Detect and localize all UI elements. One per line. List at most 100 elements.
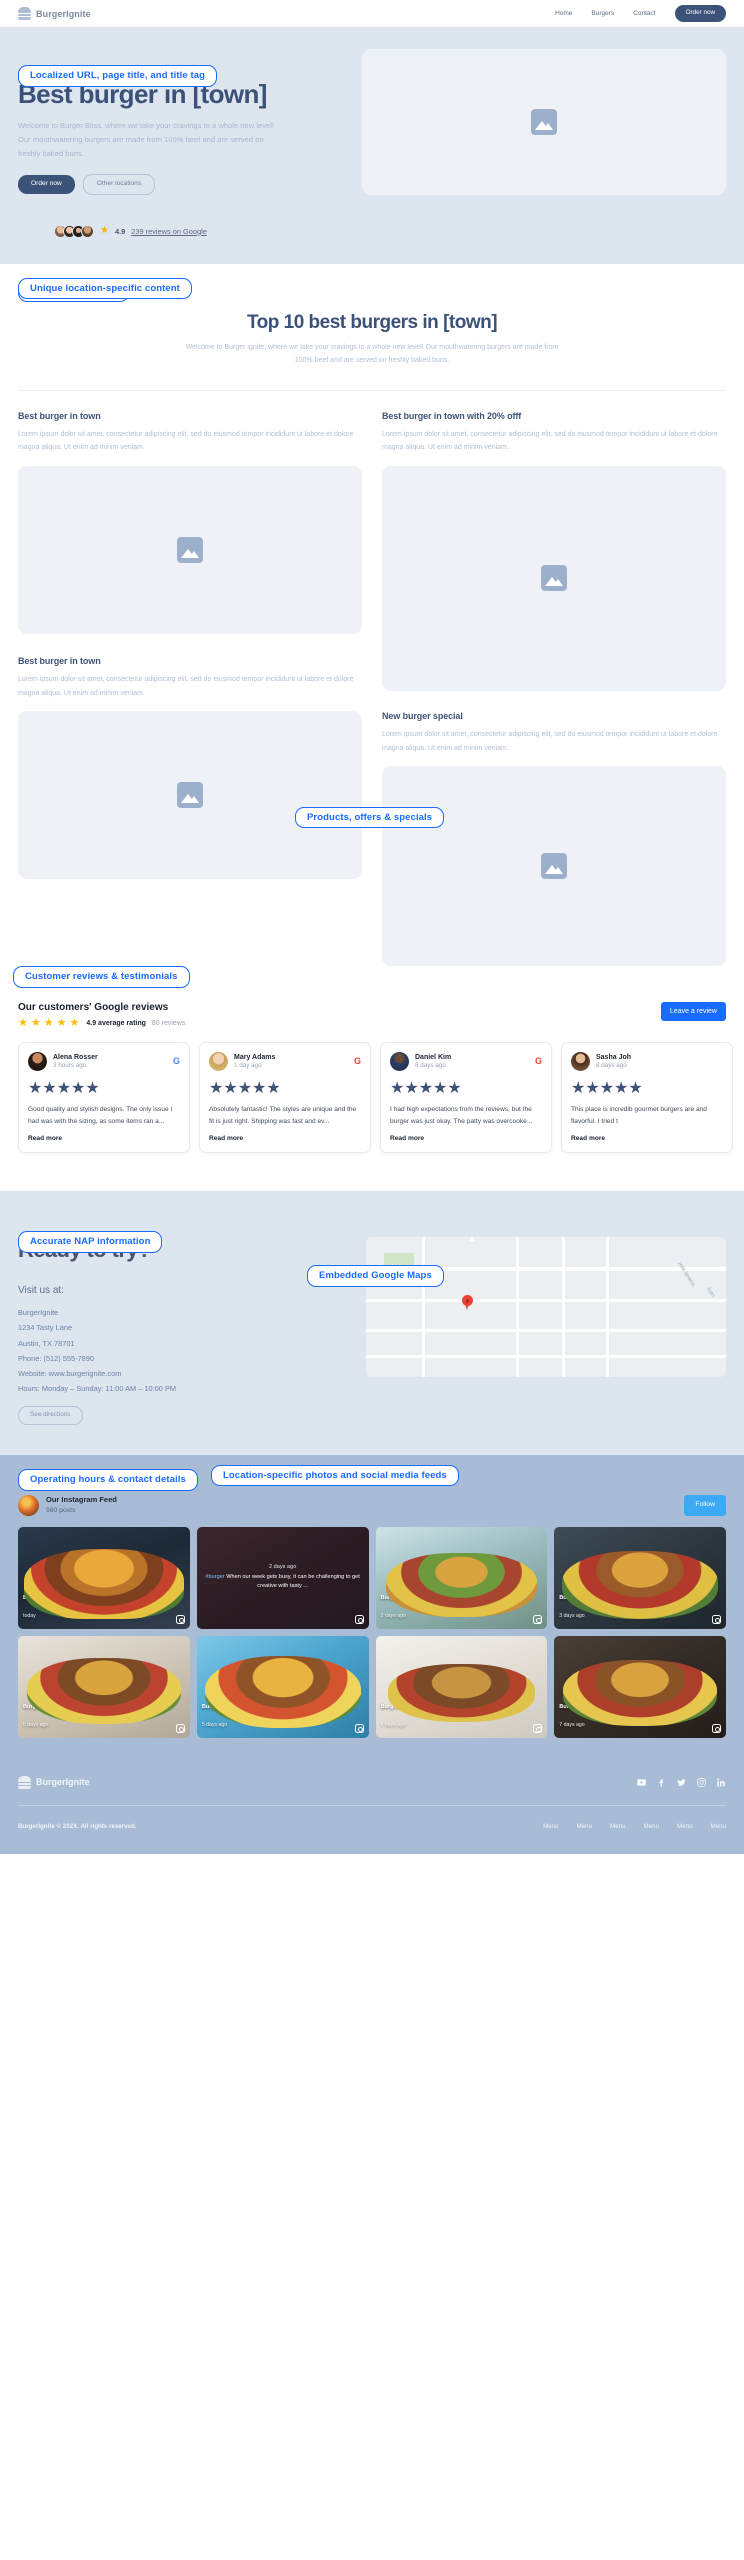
avatar [209, 1052, 228, 1072]
avatar [390, 1052, 409, 1072]
reviews-average: 4.9 average rating [86, 1020, 146, 1028]
annotation-location-photos: Location-specific photos and social medi… [211, 1464, 459, 1487]
review-card[interactable]: Mary Adams 1 day ago G ★★★★★ Absolutely … [199, 1042, 371, 1154]
review-card[interactable]: Alena Rosser 3 hours ago G ★★★★★ Good qu… [18, 1042, 190, 1154]
instagram-post[interactable]: Burgerignite 5 days ago [196, 1635, 369, 1738]
card-text: Lorem ipsum dolor sit amet, consectetur … [18, 430, 354, 452]
instagram-post[interactable]: Burgerignite 7 days ago [554, 1635, 726, 1738]
instagram-post[interactable]: 2 days ago #burger When our week gets bu… [196, 1526, 369, 1629]
instagram-handle: Burgerignite [380, 1703, 414, 1710]
instagram-post[interactable]: Burgerignite today [18, 1526, 190, 1629]
hero-image-placeholder [362, 49, 726, 195]
map-location-pin [462, 1295, 473, 1311]
burger-card[interactable]: New burger special Lorem ipsum dolor sit… [382, 711, 726, 967]
burger-logo-icon [18, 7, 31, 21]
footer-menu-item[interactable]: Menu [677, 1823, 692, 1830]
leave-a-review-button[interactable]: Leave a review [660, 1002, 726, 1022]
grid-column-left: Best burger in town Lorem ipsum dolor si… [18, 411, 362, 967]
instagram-icon[interactable] [697, 1778, 706, 1787]
hero-order-now-button[interactable]: Order now [18, 175, 75, 194]
nav-link-contact[interactable]: Contact [633, 10, 655, 17]
reviews-header: Our customers' Google reviews ★ ★ ★ ★ ★ … [18, 986, 726, 1029]
footer-menu-item[interactable]: Menu [711, 1823, 726, 1830]
nap-city: Austin, TX 78701 [18, 1338, 75, 1348]
instagram-post[interactable]: Burgerignite 5 days ago [18, 1635, 190, 1738]
burger-card[interactable]: Best burger in town with 20% offf Lorem … [382, 411, 726, 691]
image-placeholder-icon [177, 782, 203, 809]
nav-link-burgers[interactable]: Burgers [591, 10, 614, 17]
instagram-header: Our Instagram Feed 980 posts Follow [18, 1494, 726, 1516]
read-more-link[interactable]: Read more [571, 1135, 723, 1142]
annotation-products-offers: Products, offers & specials [295, 806, 445, 829]
instagram-grid: Burgerignite today 2 days ago #burger Wh… [18, 1526, 726, 1738]
embedded-google-map[interactable]: José Ignacio Juan [366, 1237, 726, 1378]
instagram-time: 7 days ago [559, 1722, 585, 1729]
card-title: Best burger in town [18, 655, 101, 666]
google-icon: G [172, 1056, 180, 1067]
instagram-post[interactable]: Burgerignite 6 days ago [375, 1635, 548, 1738]
google-icon: G [534, 1056, 542, 1067]
footer-menu-item[interactable]: Menu [543, 1823, 558, 1830]
instagram-time: 3 days ago [559, 1613, 585, 1620]
map-road [366, 1299, 726, 1302]
reviewer-avatars [54, 224, 94, 238]
avatar [28, 1052, 47, 1072]
top-navigation: BurgerIgnite Home Burgers Contact Order … [0, 0, 744, 27]
footer-menu-item[interactable]: Menu [577, 1823, 592, 1830]
instagram-caption: Burgerignite 3 days ago [559, 1595, 592, 1624]
card-image-placeholder [18, 711, 362, 880]
instagram-avatar [18, 1494, 39, 1516]
read-more-link[interactable]: Read more [390, 1135, 542, 1142]
instagram-overlay-body: When our week gets busy, it can be chall… [224, 1574, 360, 1590]
instagram-caption: Burgerignite today [23, 1595, 56, 1624]
linkedin-icon[interactable] [717, 1778, 726, 1787]
instagram-post[interactable]: Burgerignite 2 days ago [375, 1526, 548, 1629]
footer-brand-name: BurgerIgnite [36, 1777, 90, 1788]
brand-logo[interactable]: BurgerIgnite [18, 7, 91, 21]
order-now-nav-button[interactable]: Order now [674, 5, 726, 22]
footer-brand[interactable]: BurgerIgnite [18, 1775, 90, 1789]
footer-menu-item[interactable]: Menu [644, 1823, 659, 1830]
instagram-icon [175, 1723, 185, 1733]
nav-link-home[interactable]: Home [555, 10, 572, 17]
card-text: Lorem ipsum dolor sit amet, consectetur … [18, 675, 354, 697]
star-icon: ★ [18, 1017, 28, 1030]
card-title: Best burger in town with 20% offf [382, 410, 522, 421]
visit-label: Visit us at: [18, 1285, 64, 1297]
map-road [366, 1329, 726, 1332]
review-card-header: Daniel Kim 8 days ago G [390, 1052, 542, 1072]
star-icon: ★ [56, 1017, 67, 1030]
review-card[interactable]: Sasha Joh 8 days ago ★★★★★ This place is… [561, 1042, 733, 1154]
annotation-operating-hours: Operating hours & contact details [18, 1469, 198, 1491]
nap-website: Website: www.burgerignite.com [18, 1369, 122, 1378]
see-directions-button[interactable]: See directions [18, 1406, 83, 1425]
brand-name: BurgerIgnite [36, 8, 91, 19]
review-stars: ★★★★★ [209, 1080, 281, 1098]
nap-details: BurgerIgnite 1234 Tasty Lane Austin, TX … [18, 1305, 348, 1396]
burger-card[interactable]: Best burger in town Lorem ipsum dolor si… [18, 411, 362, 634]
map-label: Juan [705, 1286, 716, 1299]
footer-menu-item[interactable]: Menu [610, 1823, 625, 1830]
read-more-link[interactable]: Read more [28, 1135, 180, 1142]
instagram-account-name: Our Instagram Feed [46, 1495, 117, 1505]
hero-other-locations-button[interactable]: Other locations [82, 174, 156, 195]
burger-logo-icon [18, 1775, 31, 1789]
map-road [516, 1237, 519, 1378]
instagram-time: today [23, 1613, 36, 1620]
instagram-icon [533, 1614, 543, 1624]
instagram-caption: Burgerignite 2 days ago [381, 1595, 414, 1624]
youtube-icon[interactable] [637, 1778, 646, 1787]
facebook-icon[interactable] [657, 1778, 666, 1787]
instagram-follow-button[interactable]: Follow [684, 1494, 726, 1516]
hero-paragraph: Welcome to Burger Bliss, where we take y… [18, 121, 275, 159]
read-more-link[interactable]: Read more [209, 1135, 361, 1142]
burger-card[interactable]: Best burger in town Lorem ipsum dolor si… [18, 655, 362, 880]
nap-street: 1234 Tasty Lane [18, 1323, 73, 1333]
instagram-post[interactable]: Burgerignite 3 days ago [554, 1526, 726, 1629]
nap-hours: Hours: Monday – Sunday: 11:00 AM – 10:00… [18, 1384, 177, 1394]
review-text: Good quality and stylish designs. The on… [28, 1106, 173, 1125]
review-card[interactable]: Daniel Kim 8 days ago G ★★★★★ I had high… [380, 1042, 552, 1154]
twitter-icon[interactable] [677, 1778, 686, 1787]
hero-section: Localized URL, page title, and title tag… [0, 27, 744, 302]
hero-reviews-link[interactable]: 239 reviews on Google [131, 227, 207, 236]
